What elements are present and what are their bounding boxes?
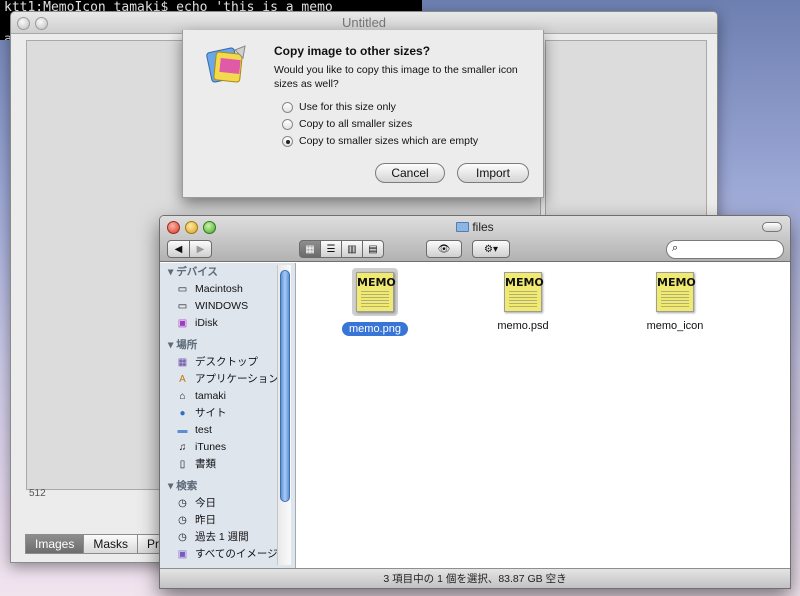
- radio-copy-empty-smaller[interactable]: Copy to smaller sizes which are empty: [282, 135, 478, 147]
- sidebar-item-today[interactable]: ◷ 今日: [160, 495, 295, 512]
- sidebar-item-itunes[interactable]: ♫ iTunes: [160, 439, 295, 456]
- sidebar-header-devices[interactable]: ▾ デバイス: [160, 263, 295, 281]
- size-label: 512: [29, 488, 46, 499]
- file-name: memo.png: [342, 322, 408, 336]
- grid-icon: ▦: [305, 243, 315, 255]
- dialog-title: Copy image to other sizes?: [274, 44, 431, 58]
- cancel-button[interactable]: Cancel: [375, 163, 445, 183]
- icon-view-button[interactable]: ▦: [299, 240, 321, 258]
- home-icon: ⌂: [179, 391, 186, 402]
- sidebar-item-yesterday[interactable]: ◷ 昨日: [160, 512, 295, 529]
- column-view-button[interactable]: ▥: [341, 240, 363, 258]
- coverflow-view-button[interactable]: ▤: [362, 240, 384, 258]
- toolbar-toggle-button[interactable]: [762, 222, 782, 232]
- sidebar-scroll-thumb[interactable]: [280, 270, 290, 502]
- radio-button-icon[interactable]: [282, 118, 293, 130]
- copy-sizes-dialog: Copy image to other sizes? Would you lik…: [182, 30, 544, 198]
- quick-look-button[interactable]: 👁: [426, 240, 462, 258]
- music-icon: ♫: [178, 442, 187, 453]
- radio-button-icon[interactable]: [282, 101, 293, 113]
- back-button[interactable]: ◀: [167, 240, 190, 258]
- idisk-icon: ▣: [177, 318, 188, 329]
- folder-icon: [456, 222, 470, 232]
- minimize-button[interactable]: [35, 17, 48, 30]
- columns-icon: ▥: [347, 243, 357, 255]
- hard-disk-icon: ▭: [177, 284, 188, 295]
- file-item-memo-icon[interactable]: MEMO memo_icon: [625, 272, 725, 332]
- radio-copy-all-smaller[interactable]: Copy to all smaller sizes: [282, 118, 412, 130]
- sidebar-item-past-week[interactable]: ◷ 過去 1 週間: [160, 529, 295, 546]
- coverflow-icon: ▤: [368, 243, 378, 255]
- memo-file-icon: MEMO: [504, 272, 544, 312]
- eye-icon: 👁: [437, 243, 451, 255]
- search-icon: ⌕: [672, 242, 679, 254]
- smart-folder-icon: ▣: [177, 549, 188, 560]
- sidebar-header-search[interactable]: ▾ 検索: [160, 477, 295, 495]
- sidebar-item-desktop[interactable]: ▦ デスクトップ: [160, 354, 295, 371]
- action-menu-button[interactable]: ⚙▾: [472, 240, 510, 258]
- sidebar-header-places[interactable]: ▾ 場所: [160, 336, 295, 354]
- sidebar-item-home[interactable]: ⌂ tamaki: [160, 388, 295, 405]
- file-item-memo-psd[interactable]: MEMO memo.psd: [473, 272, 573, 332]
- finder-title: files: [160, 220, 790, 234]
- import-button[interactable]: Import: [457, 163, 529, 183]
- close-button[interactable]: [17, 17, 30, 30]
- status-bar: 3 項目中の 1 個を選択、83.87 GB 空き: [160, 568, 790, 588]
- list-view-button[interactable]: ☰: [320, 240, 342, 258]
- back-arrow-icon: ◀: [174, 243, 183, 255]
- memo-file-icon: MEMO: [656, 272, 696, 312]
- radio-use-this-size[interactable]: Use for this size only: [282, 101, 396, 113]
- tab-masks[interactable]: Masks: [83, 534, 139, 554]
- file-item-memo-png[interactable]: MEMO memo.png: [325, 268, 425, 336]
- finder-window: files ◀ ▶ ▦ ☰ ▥ ▤ 👁 ⚙▾ ⌕ ▾ デバイス ▭ Macinto…: [159, 215, 791, 589]
- file-name: memo.psd: [497, 320, 549, 332]
- document-icon: ▯: [179, 459, 186, 470]
- forward-arrow-icon: ▶: [196, 243, 205, 255]
- sidebar-item-test[interactable]: ▬ test: [160, 422, 295, 439]
- desktop-icon: ▦: [177, 357, 188, 368]
- forward-button[interactable]: ▶: [189, 240, 212, 258]
- finder-toolbar: files ◀ ▶ ▦ ☰ ▥ ▤ 👁 ⚙▾ ⌕: [160, 216, 790, 262]
- clock-icon: ◷: [178, 498, 187, 509]
- sidebar-item-sites[interactable]: ● サイト: [160, 405, 295, 422]
- gear-icon: ⚙▾: [484, 243, 498, 255]
- globe-icon: ●: [179, 408, 186, 419]
- finder-sidebar: ▾ デバイス ▭ Macintosh ▭ WINDOWS ▣ iDisk ▾ 場所 ▦…: [160, 263, 296, 568]
- icon-composer-app-icon: [206, 45, 246, 83]
- file-name: memo_icon: [646, 320, 704, 332]
- sidebar-item-documents[interactable]: ▯ 書類: [160, 456, 295, 473]
- radio-button-selected-icon[interactable]: [282, 135, 293, 147]
- memo-file-icon: MEMO: [356, 272, 396, 312]
- search-input[interactable]: [666, 240, 784, 259]
- sidebar-item-applications[interactable]: A アプリケーション: [160, 371, 295, 388]
- sidebar-item-macintosh[interactable]: ▭ Macintosh: [160, 281, 295, 298]
- sidebar-scrollbar[interactable]: [277, 265, 291, 565]
- preview-panel: [545, 40, 707, 220]
- sidebar-item-all-images[interactable]: ▣ すべてのイメージ: [160, 546, 295, 563]
- clock-icon: ◷: [178, 532, 187, 543]
- folder-icon: ▬: [177, 425, 188, 436]
- list-icon: ☰: [326, 243, 336, 255]
- hard-disk-icon: ▭: [177, 301, 188, 312]
- tab-images[interactable]: Images: [25, 534, 85, 554]
- tab-bar: Images Masks Pre: [25, 534, 176, 554]
- window-title: Untitled: [341, 15, 387, 30]
- clock-icon: ◷: [178, 515, 187, 526]
- sidebar-item-idisk[interactable]: ▣ iDisk: [160, 315, 295, 332]
- dialog-message: Would you like to copy this image to the…: [274, 64, 518, 90]
- sidebar-item-windows[interactable]: ▭ WINDOWS: [160, 298, 295, 315]
- applications-icon: A: [179, 374, 186, 385]
- file-icon-selection: MEMO: [352, 268, 398, 316]
